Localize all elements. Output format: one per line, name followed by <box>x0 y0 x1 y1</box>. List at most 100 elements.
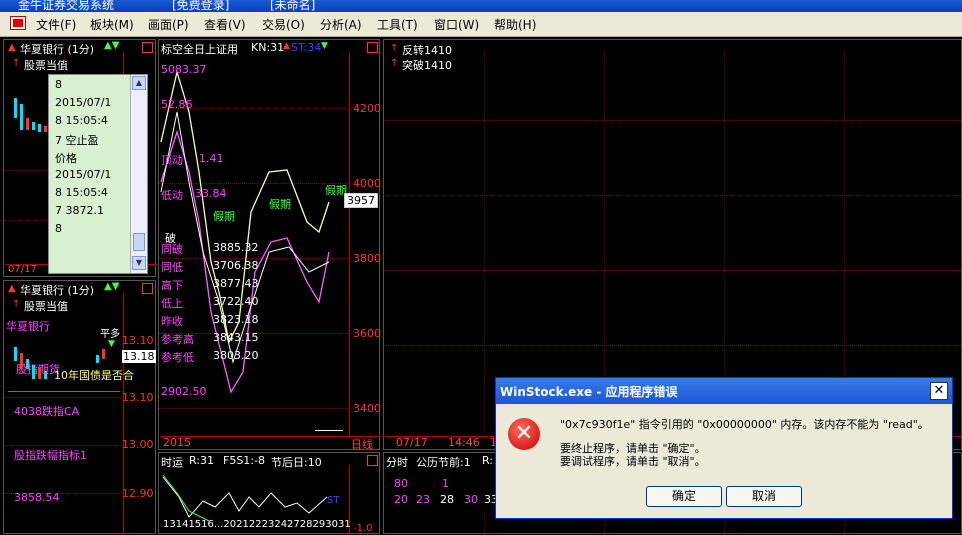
menu-tools[interactable]: 工具(T) <box>377 16 418 33</box>
y-tick: 4000 <box>353 177 381 190</box>
level-label: 低动 <box>161 189 183 202</box>
level-label: 顶动 <box>161 154 183 167</box>
chart-date: 07/17 <box>8 264 37 275</box>
x-axis-labels: 13141516...20212223242728293031 <box>163 519 351 530</box>
y-tick: -1.0 <box>353 523 373 534</box>
level-label: 5083.37 <box>161 63 207 76</box>
menu-trade[interactable]: 交易(O) <box>262 16 305 33</box>
r-value: R: <box>482 454 494 467</box>
center-main-chart[interactable]: 标空全日上证用 KN:31 ▲ ST:34 ▼ 5083.37 52.86 顶动… <box>158 39 381 451</box>
row-value: 28 <box>440 493 454 506</box>
app-menu-icon[interactable] <box>10 16 26 30</box>
stat-value: 3843.15 <box>213 331 259 344</box>
dialog-title: WinStock.exe - 应用程序错误 <box>500 385 678 399</box>
stock-label: 华夏银行 <box>6 320 50 333</box>
indicator-label: 股指跌幅指标1 <box>14 449 87 462</box>
menu-view-screen[interactable]: 画面(P) <box>148 16 189 33</box>
window-title-bar: 金牛证券交易系统 [免费登录] [未命名] <box>0 0 962 12</box>
panel-title: 华夏银行 (1分) <box>20 284 95 297</box>
green-down-icon: ▼ <box>108 339 115 349</box>
y-tick: 3800 <box>353 252 381 265</box>
axis-date: 07/17 <box>396 436 428 449</box>
f-value: F5S1:-8 <box>223 454 265 467</box>
tooltip-scrollbar[interactable]: ▲ ▼ <box>130 75 147 273</box>
tooltip-line: 8 15:05:4 <box>55 186 108 199</box>
indicator-label: 10年国债是否合 <box>54 369 134 382</box>
level-value: 33.84 <box>195 187 227 200</box>
scroll-up-icon[interactable]: ▲ <box>132 76 146 90</box>
panel-subtitle: 股票当值 <box>24 59 68 72</box>
indicator-line-chart <box>162 474 328 522</box>
axis-time: 14:46 <box>448 436 480 449</box>
menu-analysis[interactable]: 分析(A) <box>320 16 362 33</box>
tooltip-line: 2015/07/1 <box>55 96 112 109</box>
tooltip-line: 8 15:05:4 <box>55 114 108 127</box>
maximize-icon[interactable] <box>142 42 153 53</box>
y-tick: 4200 <box>353 102 381 115</box>
stat-label: 同低 <box>161 261 183 274</box>
period-label: 日线 <box>351 438 373 451</box>
level-value: 2902.50 <box>161 385 207 398</box>
signal-icon: ▲▼ <box>104 281 120 292</box>
panel-title: 分时 <box>386 456 408 469</box>
row-value: 80 <box>394 477 408 490</box>
cancel-button[interactable]: 取消 <box>726 486 802 507</box>
error-dialog[interactable]: WinStock.exe - 应用程序错误 ✕ ✕ "0x7c930f1e" 指… <box>495 377 953 519</box>
close-icon[interactable]: ✕ <box>930 382 948 400</box>
ok-button[interactable]: 确定 <box>646 486 722 507</box>
level-label: 52.86 <box>161 98 193 111</box>
menu-sector[interactable]: 板块(M) <box>90 16 134 33</box>
error-message: "0x7c930f1e" 指令引用的 "0x00000000" 内存。该内存不能… <box>560 418 929 431</box>
row-value: 20 <box>394 493 408 506</box>
menu-bar: 文件(F) 板块(M) 画面(P) 查看(V) 交易(O) 分析(A) 工具(T… <box>0 12 962 37</box>
app-title: 金牛证券交易系统 <box>18 0 115 12</box>
row-value: 1 <box>442 477 449 490</box>
y-tick: 3600 <box>353 327 381 340</box>
price-tick: 12.90 <box>122 487 154 500</box>
price-tick: 13.10 <box>122 391 154 404</box>
holiday-label: 假期 <box>213 210 235 223</box>
menu-help[interactable]: 帮助(H) <box>494 16 536 33</box>
signal-icon: ▲▼ <box>104 40 120 51</box>
error-icon: ✕ <box>508 418 540 450</box>
row-value: 30 <box>464 493 478 506</box>
stat-label: 参考高 <box>161 333 194 346</box>
price-tick: 13.00 <box>122 438 154 451</box>
down-icon: ▼ <box>321 41 328 51</box>
signal-label: 突破1410 <box>402 59 452 72</box>
scroll-thumb[interactable] <box>133 233 145 251</box>
r-value: R:31 <box>189 454 215 467</box>
dialog-title-bar[interactable]: WinStock.exe - 应用程序错误 ✕ <box>496 378 952 404</box>
menu-view[interactable]: 查看(V) <box>204 16 246 33</box>
maximize-icon[interactable] <box>142 283 153 294</box>
signal-label: 平多 <box>100 329 120 340</box>
tooltip-line: 价格 <box>55 152 77 165</box>
scroll-down-icon[interactable]: ▼ <box>132 256 146 270</box>
file-status: [未命名] <box>270 0 316 12</box>
panel-subtitle: 股票当值 <box>24 300 68 313</box>
center-bottom-chart[interactable]: 时运 R:31 F5S1:-8 节后日:10 13141516...202122… <box>158 452 380 535</box>
st-label: ST <box>327 495 340 506</box>
stat-label: 昨收 <box>161 315 183 328</box>
stat-label: 参考低 <box>161 351 194 364</box>
up-arrow-icon: ↑ <box>390 43 399 54</box>
menu-window[interactable]: 窗口(W) <box>434 16 479 33</box>
tooltip-line: 7 3872.1 <box>55 204 104 217</box>
signal-tooltip[interactable]: 8 2015/07/1 8 15:05:4 7 空止盈 价格 2015/07/1… <box>48 74 148 274</box>
panel-title: 华夏银行 (1分) <box>20 43 95 56</box>
maximize-icon[interactable] <box>367 42 378 53</box>
stat-label: 同破 <box>161 243 183 256</box>
tooltip-line: 2015/07/1 <box>55 168 112 181</box>
stat-value: 3823.18 <box>213 313 259 326</box>
stat-value: 3706.38 <box>213 259 259 272</box>
login-status: [免费登录] <box>172 0 230 12</box>
panel-subtitle: 公历节前:1 <box>416 456 471 469</box>
current-index-tag: 3957 <box>344 193 378 208</box>
panel-arrow-icon: ▲ <box>8 42 16 53</box>
stat-value: 3877.43 <box>213 277 259 290</box>
up-icon: ▲ <box>283 41 290 51</box>
menu-file[interactable]: 文件(F) <box>36 16 76 33</box>
up-arrow-icon: ↑ <box>390 58 399 69</box>
stat-value: 3803.20 <box>213 349 259 362</box>
maximize-icon[interactable] <box>367 455 378 466</box>
